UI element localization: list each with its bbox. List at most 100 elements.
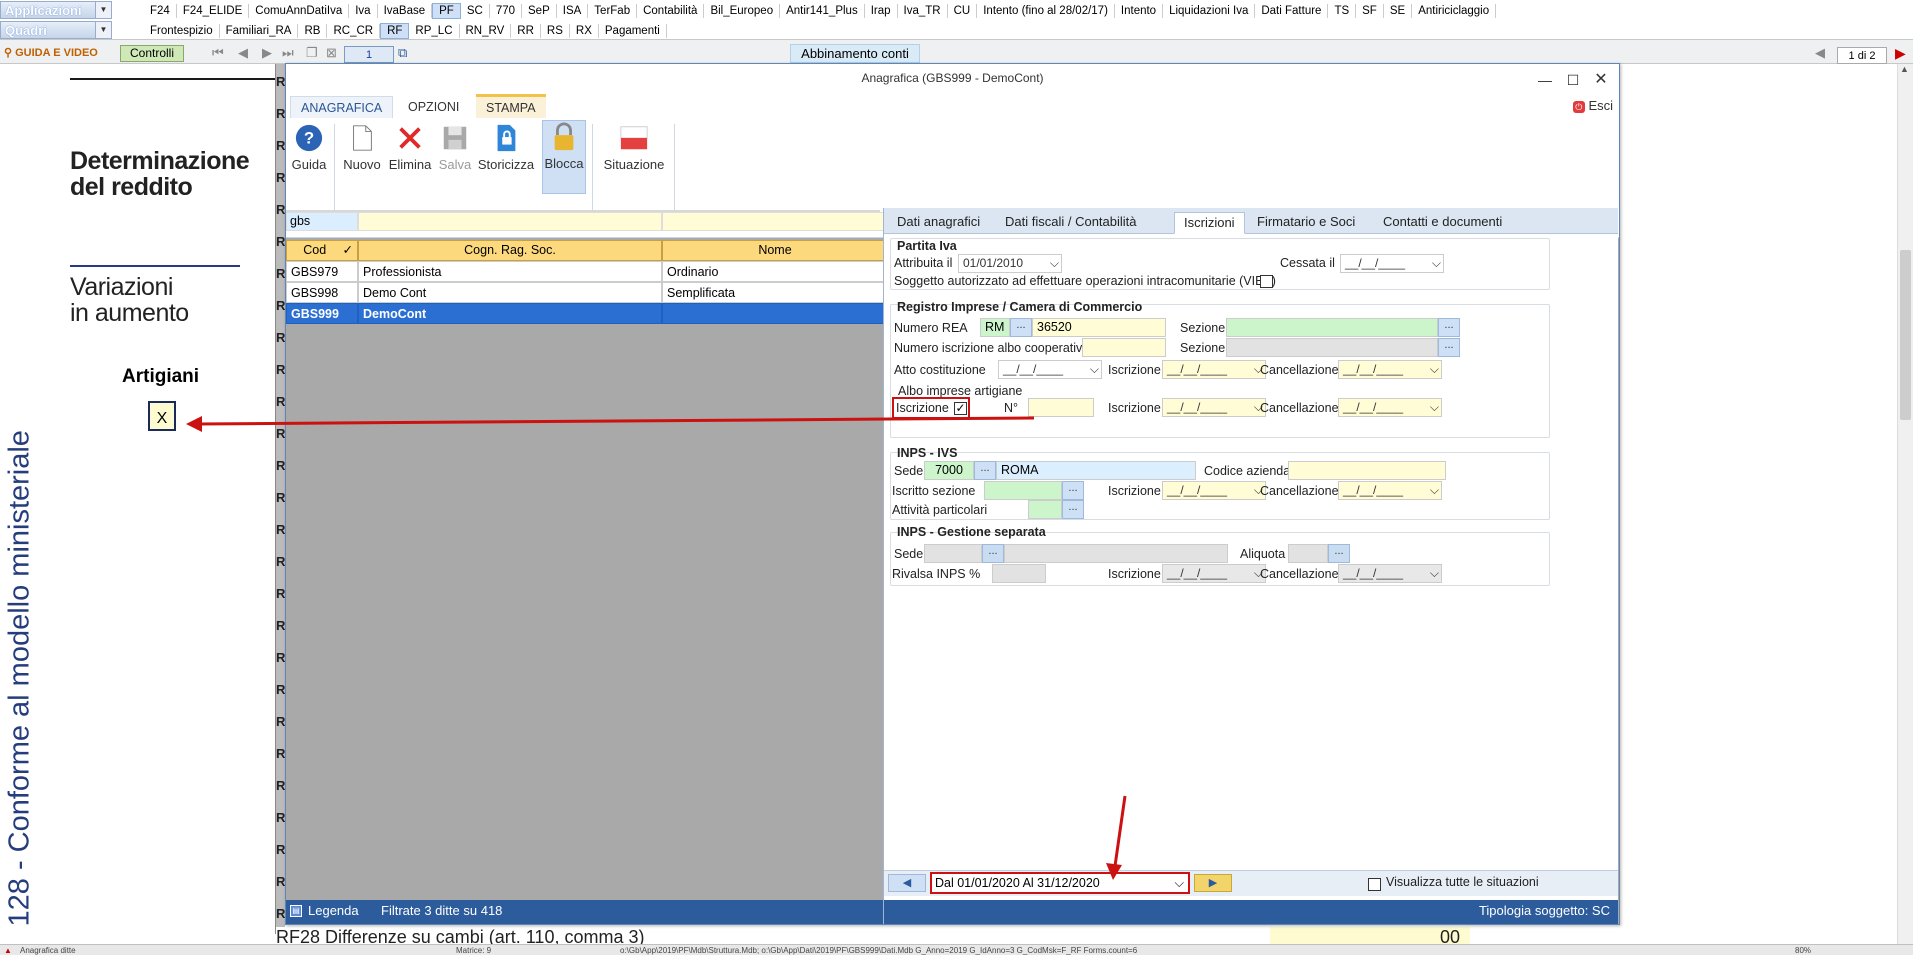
app-tab-pf[interactable]: PF: [432, 3, 461, 19]
storicizza-button[interactable]: Storicizza: [476, 122, 536, 172]
iscrizione-gs-date[interactable]: __/__/____ ⌵: [1162, 564, 1266, 583]
scroll-thumb[interactable]: [1900, 250, 1911, 420]
sede-lookup-button[interactable]: ...: [974, 461, 996, 480]
sede-gs-code[interactable]: [924, 544, 982, 563]
search-input[interactable]: gbs: [286, 212, 358, 231]
quadro-tab-frontespizio[interactable]: Frontespizio: [144, 24, 220, 38]
table-cell-cod[interactable]: GBS979: [286, 261, 358, 282]
app-tab-iva-tr[interactable]: Iva_TR: [898, 4, 948, 18]
visualizza-checkbox[interactable]: [1368, 878, 1381, 891]
artigiani-checkbox[interactable]: X: [148, 401, 176, 431]
app-tab-sf[interactable]: SF: [1356, 4, 1384, 18]
elimina-button[interactable]: Elimina: [386, 122, 434, 172]
cessata-date[interactable]: __/__/____ ⌵: [1340, 254, 1444, 273]
tab-dati-anagrafici[interactable]: Dati anagrafici: [888, 212, 989, 234]
app-tab-terfab[interactable]: TerFab: [588, 4, 638, 18]
prev-period-icon[interactable]: ◀: [888, 874, 926, 892]
nuovo-button[interactable]: Nuovo: [342, 122, 382, 172]
tab-iscrizioni[interactable]: Iscrizioni: [1174, 212, 1245, 234]
tab-opzioni[interactable]: OPZIONI: [398, 96, 469, 120]
page-settings-icon[interactable]: ⧉: [398, 45, 407, 61]
header-nome[interactable]: Nome: [662, 240, 888, 261]
header-cognome[interactable]: Cogn. Rag. Soc.: [358, 240, 662, 261]
app-tab-comuanndatiiva[interactable]: ComuAnnDatiIva: [249, 4, 350, 18]
app-tab-iva[interactable]: Iva: [349, 4, 378, 18]
attivita-lookup[interactable]: ...: [1062, 500, 1084, 519]
table-cell-nome[interactable]: [662, 303, 888, 324]
legenda-button[interactable]: Legenda: [308, 900, 359, 922]
tab-firmatario[interactable]: Firmatario e Soci: [1248, 212, 1364, 234]
cancellazione-gs-date[interactable]: __/__/____ ⌵: [1338, 564, 1442, 583]
app-tab-ivabase[interactable]: IvaBase: [378, 4, 433, 18]
table-cell-name[interactable]: Professionista: [358, 261, 662, 282]
rea-provincia[interactable]: RM: [980, 318, 1010, 337]
sezione-lookup-button[interactable]: ...: [1438, 318, 1460, 337]
salva-button[interactable]: Salva: [436, 122, 474, 172]
cancellazione-inps-date[interactable]: __/__/____ ⌵: [1338, 481, 1442, 500]
app-tab-antir141-plus[interactable]: Antir141_Plus: [780, 4, 865, 18]
app-tab-liquidazioni-iva[interactable]: Liquidazioni Iva: [1163, 4, 1256, 18]
iscritto-sezione-lookup[interactable]: ...: [1062, 481, 1084, 500]
app-tab-dati-fatture[interactable]: Dati Fatture: [1255, 4, 1329, 18]
quadro-tab-rb[interactable]: RB: [298, 24, 328, 38]
app-tab-cu[interactable]: CU: [948, 4, 978, 18]
app-tab-contabilit[interactable]: Contabilità: [637, 4, 705, 18]
quadro-tab-rn-rv[interactable]: RN_RV: [460, 24, 512, 38]
iscrizione-date[interactable]: __/__/____ ⌵: [1162, 360, 1266, 379]
delete-page-icon[interactable]: ⊠: [326, 45, 337, 61]
albo-coop-input[interactable]: [1082, 338, 1166, 357]
quadro-tab-pagamenti[interactable]: Pagamenti: [599, 24, 667, 38]
scroll-up-icon[interactable]: ▲: [1900, 64, 1911, 76]
period-select[interactable]: Dal 01/01/2020 Al 31/12/2020 ⌵: [930, 872, 1190, 894]
app-tab-intento[interactable]: Intento: [1115, 4, 1164, 18]
table-cell-name[interactable]: DemoCont: [358, 303, 662, 324]
iscritto-sezione-input[interactable]: [984, 481, 1062, 500]
legenda-icon[interactable]: ▤: [290, 905, 302, 917]
abbinamento-conti-button[interactable]: Abbinamento conti: [790, 44, 920, 63]
table-cell-nome[interactable]: Ordinario: [662, 261, 888, 282]
sezione-coop-input[interactable]: [1226, 338, 1438, 357]
sede-gs-name[interactable]: [1004, 544, 1228, 563]
first-page-icon[interactable]: ⏮: [212, 45, 224, 61]
sede-name-input[interactable]: ROMA: [996, 461, 1196, 480]
iscrizione-albo-date[interactable]: __/__/____ ⌵: [1162, 398, 1266, 417]
iscrizione-inps-date[interactable]: __/__/____ ⌵: [1162, 481, 1266, 500]
app-tab-f24-elide[interactable]: F24_ELIDE: [177, 4, 250, 18]
app-tab-770[interactable]: 770: [490, 4, 522, 18]
prev-form-icon[interactable]: ◀: [1815, 45, 1825, 61]
tab-anagrafica[interactable]: ANAGRAFICA: [290, 96, 394, 120]
sede-code-input[interactable]: 7000: [924, 461, 974, 480]
quadro-tab-familiari-ra[interactable]: Familiari_RA: [220, 24, 299, 38]
close-icon[interactable]: ✕: [1589, 68, 1613, 92]
cancellazione-date[interactable]: __/__/____ ⌵: [1338, 360, 1442, 379]
applicazioni-dropdown[interactable]: Applicazioni ▼: [0, 1, 112, 19]
next-page-icon[interactable]: ▶: [262, 45, 272, 61]
atto-date[interactable]: __/__/____ ⌵: [998, 360, 1102, 379]
sezione-coop-lookup[interactable]: ...: [1438, 338, 1460, 357]
quadro-tab-rc-cr[interactable]: RC_CR: [327, 24, 381, 38]
maximize-icon[interactable]: ☐: [1561, 68, 1585, 92]
filter-name-input[interactable]: [358, 212, 662, 231]
table-cell-cod[interactable]: GBS999: [286, 303, 358, 324]
copy-page-icon[interactable]: ❐: [306, 45, 318, 61]
tab-contatti[interactable]: Contatti e documenti: [1374, 212, 1511, 234]
app-tab-antiriciclaggio[interactable]: Antiriciclaggio: [1412, 4, 1497, 18]
app-tab-bil-europeo[interactable]: Bil_Europeo: [704, 4, 781, 18]
minimize-icon[interactable]: —: [1533, 68, 1557, 92]
rea-number-input[interactable]: 36520: [1032, 318, 1166, 337]
cancellazione-albo-date[interactable]: __/__/____ ⌵: [1338, 398, 1442, 417]
sede-gs-lookup[interactable]: ...: [982, 544, 1004, 563]
header-cod[interactable]: Cod ✓: [286, 240, 358, 261]
last-page-icon[interactable]: ⏭: [282, 45, 294, 61]
page-number[interactable]: 1: [344, 46, 394, 63]
vertical-scrollbar[interactable]: ▲: [1897, 64, 1913, 944]
quadri-dropdown[interactable]: Quadri ▼: [0, 21, 112, 39]
prev-page-icon[interactable]: ◀: [238, 45, 248, 61]
app-tab-sep[interactable]: SeP: [522, 4, 557, 18]
table-cell-cod[interactable]: GBS998: [286, 282, 358, 303]
esci-button[interactable]: ⏻ Esci: [1572, 98, 1613, 113]
controlli-button[interactable]: Controlli: [120, 45, 184, 62]
table-cell-name[interactable]: Demo Cont: [358, 282, 662, 303]
quadro-tab-rs[interactable]: RS: [541, 24, 570, 38]
filter-nome-input[interactable]: [662, 212, 888, 231]
